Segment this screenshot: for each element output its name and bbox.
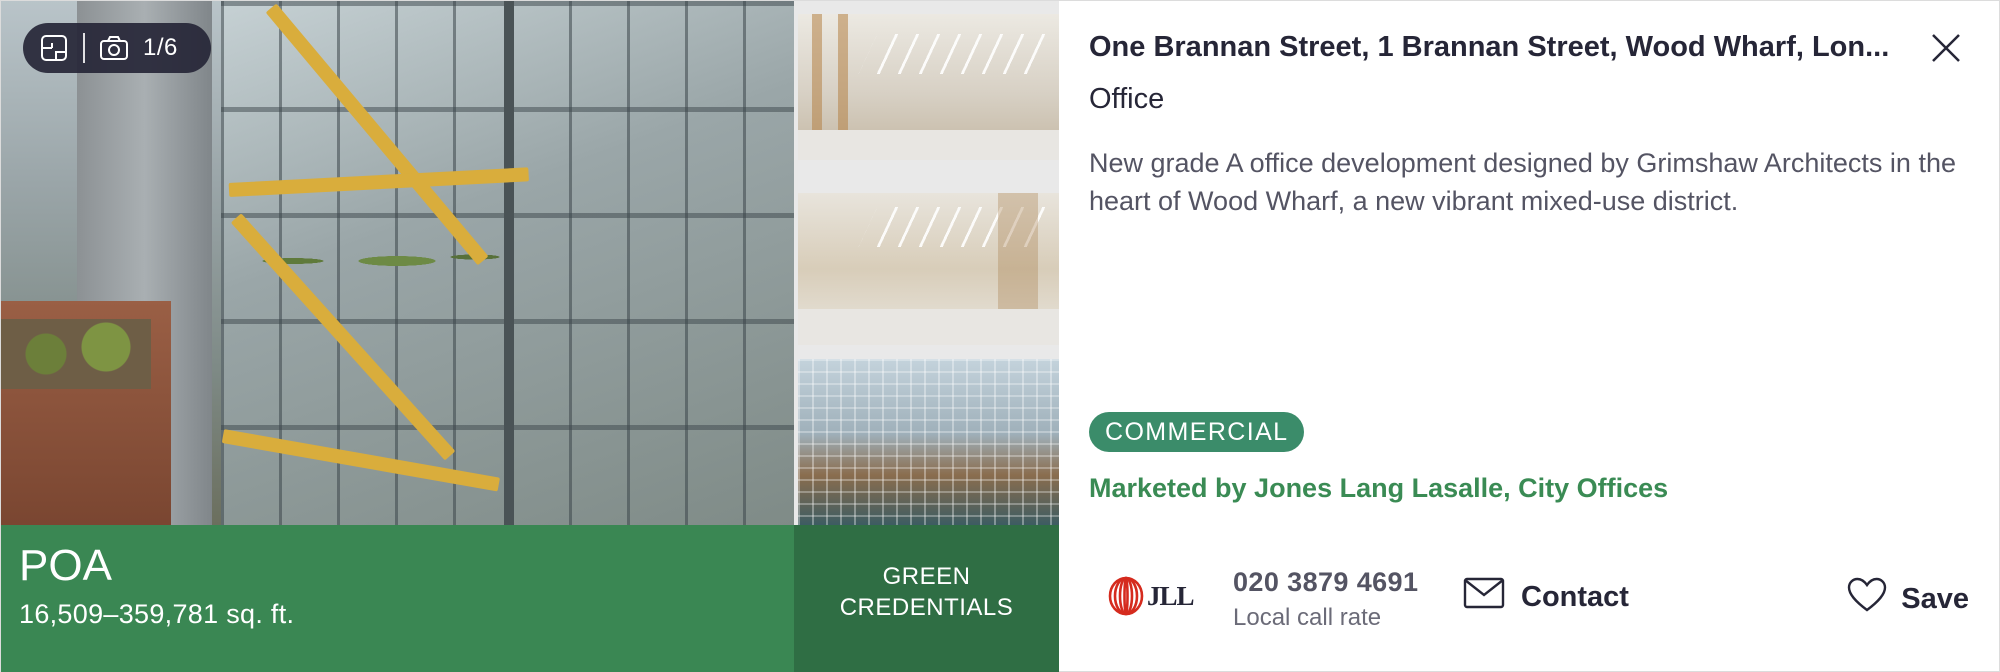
jll-rings-icon <box>1108 576 1144 616</box>
photo-counter: 1/6 <box>143 34 178 61</box>
thumbnail-photo-2[interactable] <box>798 193 1059 345</box>
property-type: Office <box>1089 83 1165 115</box>
contact-label: Contact <box>1521 580 1629 613</box>
thumb-ceiling-lights <box>858 34 1059 74</box>
thumb-floor <box>798 309 1059 345</box>
main-photo[interactable] <box>1 1 794 525</box>
listing-title[interactable]: One Brannan Street, 1 Brannan Street, Wo… <box>1089 31 1909 64</box>
commercial-badge: COMMERCIAL <box>1089 412 1305 452</box>
save-label: Save <box>1901 582 1969 615</box>
property-card: 1/6 POA 16,509–359,781 sq. ft. GREEN CRE… <box>0 0 2000 672</box>
close-icon[interactable] <box>1929 31 1963 65</box>
floorplan-icon[interactable] <box>39 33 69 63</box>
photo-gallery[interactable]: 1/6 POA 16,509–359,781 sq. ft. GREEN CRE… <box>1 1 1059 672</box>
save-button[interactable]: Save <box>1847 577 1969 621</box>
contact-button[interactable]: Contact <box>1463 577 1629 617</box>
photo-mullion <box>504 1 514 525</box>
listing-details: One Brannan Street, 1 Brannan Street, Wo… <box>1089 1 1999 672</box>
green-credentials-button[interactable]: GREEN CREDENTIALS <box>794 525 1059 672</box>
thumb-facade-grid <box>798 359 1059 525</box>
camera-icon[interactable] <box>99 33 129 63</box>
agent-logo: JLL <box>1107 573 1199 619</box>
thumb-floor <box>798 130 1059 160</box>
thumbnail-photo-3[interactable] <box>798 359 1059 525</box>
agent-phone[interactable]: 020 3879 4691 <box>1233 567 1418 598</box>
price-bar: POA 16,509–359,781 sq. ft. <box>1 525 794 672</box>
agent-logo-text: JLL <box>1147 580 1195 611</box>
listing-description: New grade A office development designed … <box>1089 148 1956 217</box>
photo-roof-garden <box>1 319 151 389</box>
call-rate-note: Local call rate <box>1233 604 1382 631</box>
gallery-controls: 1/6 <box>23 23 211 73</box>
price: POA <box>19 541 112 590</box>
marketed-by[interactable]: Marketed by Jones Lang Lasalle, City Off… <box>1089 473 1668 504</box>
contact-row: JLL 020 3879 4691 Local call rate Contac… <box>1089 561 1999 633</box>
heart-icon <box>1847 577 1887 621</box>
size-range: 16,509–359,781 sq. ft. <box>19 599 295 630</box>
divider <box>83 33 85 63</box>
envelope-icon <box>1463 577 1505 617</box>
thumbnail-photo-1[interactable] <box>798 14 1059 160</box>
